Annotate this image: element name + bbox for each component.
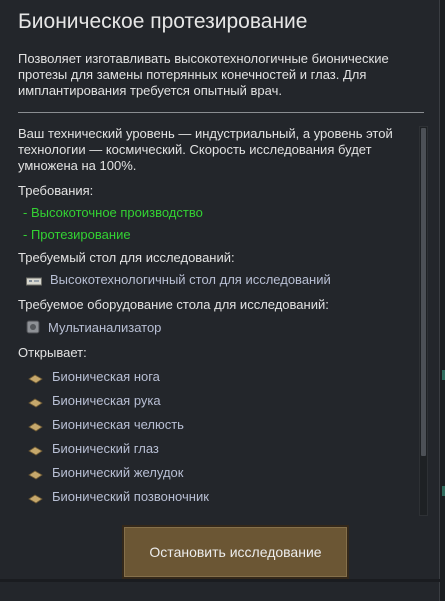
section-separator — [0, 579, 440, 582]
stop-research-button[interactable]: Остановить исследование — [122, 525, 349, 579]
body-part-icon — [28, 395, 43, 408]
map-edge-strip — [440, 0, 445, 601]
research-bench-icon — [26, 274, 42, 286]
requirements-label: Требования: — [18, 183, 94, 198]
body-part-icon — [28, 467, 43, 480]
body-part-icon — [28, 443, 43, 456]
details-scrollbar[interactable] — [419, 126, 428, 516]
body-part-icon — [28, 419, 43, 432]
project-description: Позволяет изготавливать высокотехнологич… — [18, 51, 389, 98]
unlock-name: Бионическая челюсть — [52, 416, 184, 432]
project-title: Бионическое протезирование — [18, 10, 308, 33]
unlock-item[interactable]: Бионическая челюсть — [28, 414, 184, 434]
unlock-name: Бионическая рука — [52, 392, 161, 408]
equipment-label: Требуемое оборудование стола для исследо… — [18, 297, 329, 312]
unlock-item[interactable]: Бионическая рука — [28, 390, 161, 410]
bench-name: Высокотехнологичный стол для исследовани… — [50, 271, 331, 287]
unlock-item[interactable]: Бионический желудок — [28, 462, 183, 482]
equipment-link[interactable]: Мультианализатор — [26, 317, 161, 337]
unlock-name: Бионическая нога — [52, 368, 160, 384]
unlock-name: Бионический позвоночник — [52, 488, 209, 504]
multi-analyzer-icon — [26, 320, 40, 334]
research-info-panel: Бионическое протезирование Позволяет изг… — [0, 0, 440, 601]
unlock-name: Бионический желудок — [52, 464, 184, 480]
unlock-item[interactable]: Бионический позвоночник — [28, 486, 209, 506]
scrollbar-thumb[interactable] — [421, 128, 426, 456]
unlocks-label: Открывает: — [18, 345, 87, 360]
unlock-name: Бионический глаз — [52, 440, 159, 456]
divider — [18, 112, 424, 113]
unlock-item[interactable]: Бионическая нога — [28, 366, 160, 386]
unlock-item[interactable]: Бионический глаз — [28, 438, 159, 458]
bench-label: Требуемый стол для исследований: — [18, 250, 235, 265]
body-part-icon — [28, 491, 43, 504]
bench-link[interactable]: Высокотехнологичный стол для исследовани… — [26, 269, 331, 289]
equipment-name: Мультианализатор — [48, 319, 162, 335]
requirement-item[interactable]: - Высокоточное производство — [23, 205, 203, 220]
requirement-item[interactable]: - Протезирование — [23, 227, 131, 242]
details-scroll-area[interactable]: Ваш технический уровень — индустриальный… — [18, 126, 416, 516]
body-part-icon — [28, 371, 43, 384]
tech-level-text: Ваш технический уровень — индустриальный… — [18, 126, 393, 173]
